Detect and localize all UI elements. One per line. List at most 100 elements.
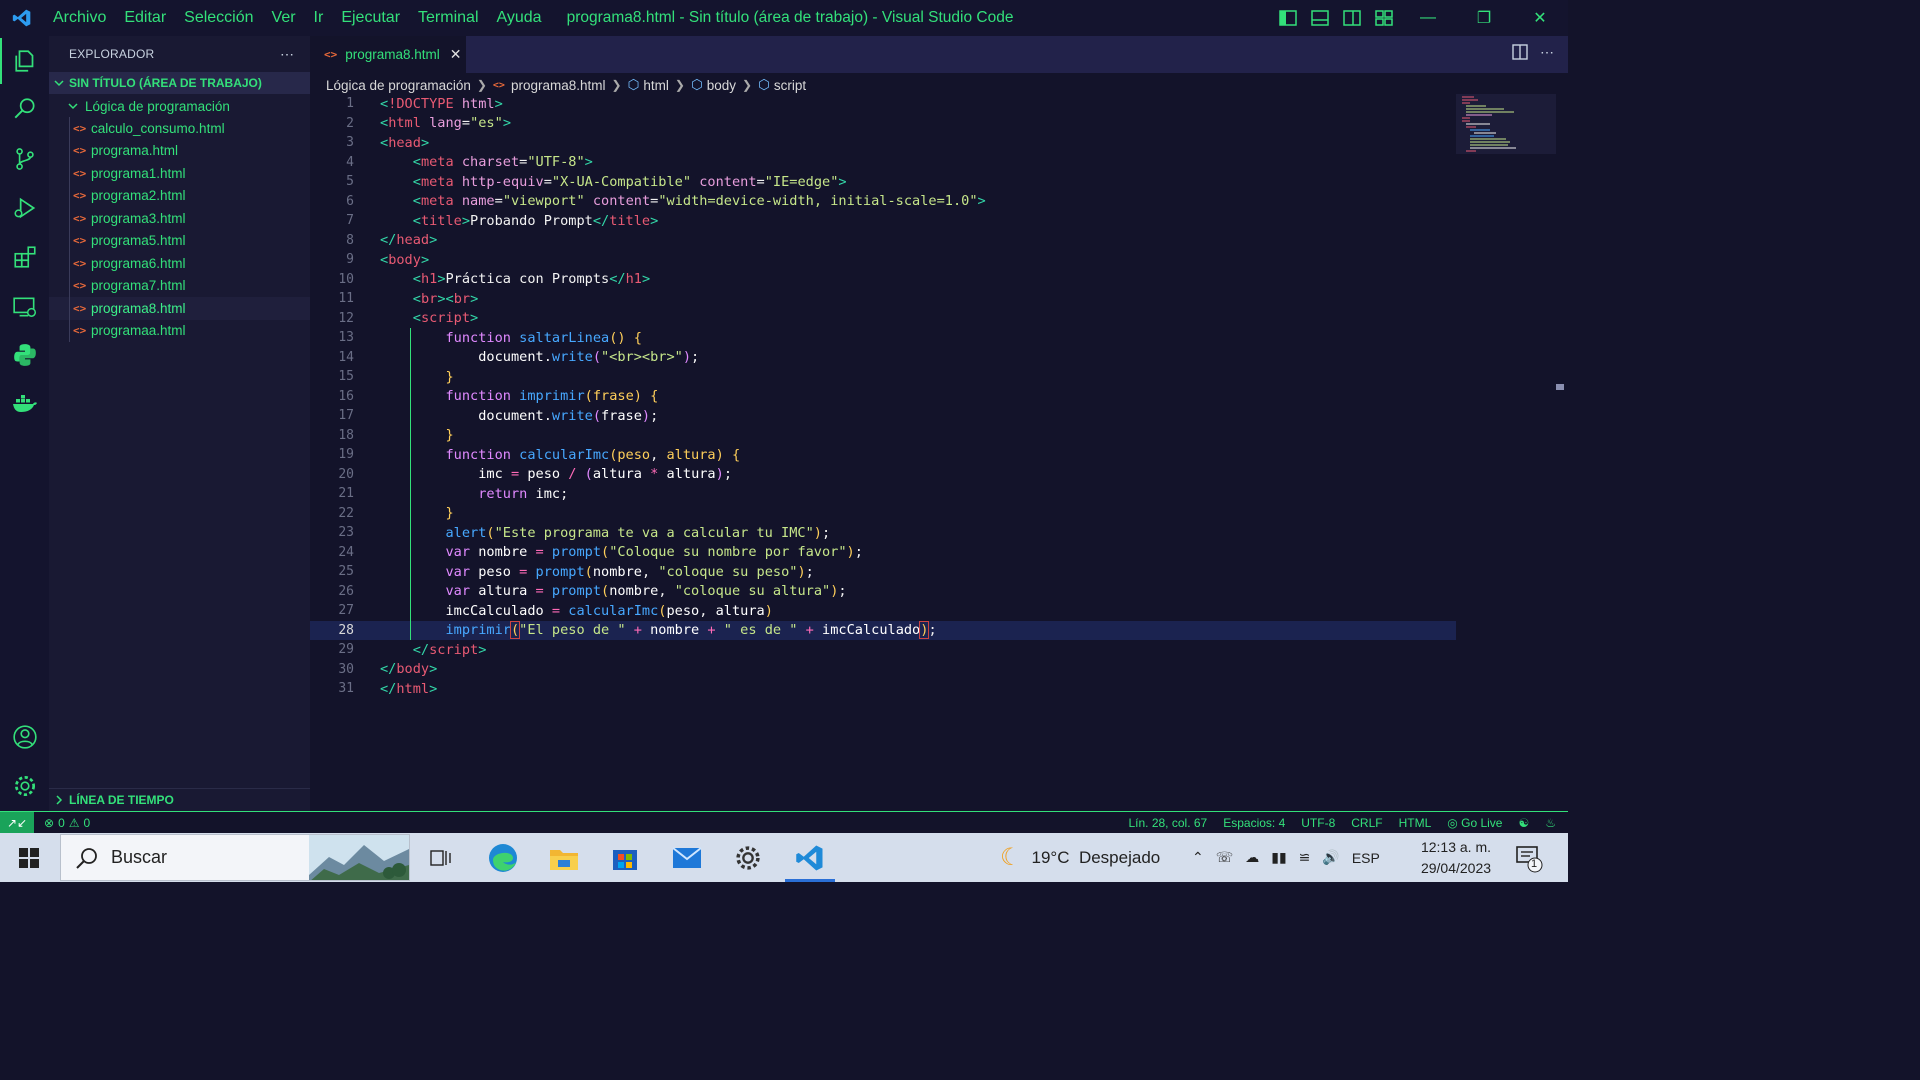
menu-terminal[interactable]: Terminal (409, 0, 487, 36)
line-number: 14 (338, 349, 354, 365)
code-text: <html lang="es"> (380, 115, 511, 132)
clock[interactable]: 12:13 a. m. 29/04/2023 (1412, 837, 1500, 879)
breadcrumb-html[interactable]: html (643, 78, 669, 93)
broadcast-icon: ◎ (1447, 815, 1458, 830)
system-tray: ⌃ ☏ ☁ ▮▮ ≌ 🔊 ESP (1192, 833, 1380, 882)
more-actions-icon[interactable]: ⋯ (280, 46, 294, 63)
breadcrumb-file[interactable]: programa8.html (511, 78, 606, 93)
more-editor-actions-icon[interactable]: ⋯ (1540, 44, 1554, 63)
notification-center-icon[interactable]: 1 (1514, 843, 1544, 873)
split-editor-icon[interactable] (1512, 44, 1528, 63)
menu-ver[interactable]: Ver (263, 0, 305, 36)
line-number: 6 (346, 193, 354, 209)
battery-icon[interactable]: ▮▮ (1271, 849, 1286, 866)
file-item[interactable]: <> programaa.html (49, 320, 310, 343)
line-number: 13 (338, 330, 354, 346)
vscode-window: Archivo Editar Selección Ver Ir Ejecutar… (0, 0, 1568, 882)
line-number: 22 (338, 505, 354, 521)
breadcrumb-script[interactable]: script (774, 78, 806, 93)
vscode-logo-icon[interactable] (0, 0, 44, 36)
go-live-button[interactable]: ◎ Go Live (1447, 816, 1502, 830)
file-item[interactable]: <> calculo_consumo.html (49, 117, 310, 140)
file-item[interactable]: <> programa6.html (49, 252, 310, 275)
menu-seleccion[interactable]: Selección (175, 0, 262, 36)
explorer-icon[interactable] (0, 38, 49, 84)
file-item-selected[interactable]: <> programa8.html (49, 297, 310, 320)
language-mode[interactable]: HTML (1399, 816, 1432, 830)
source-control-icon[interactable] (0, 136, 49, 182)
line-number: 7 (346, 213, 354, 229)
edge-browser-icon[interactable] (474, 833, 532, 882)
file-item[interactable]: <> programa2.html (49, 185, 310, 208)
toggle-panel-icon[interactable] (1308, 6, 1332, 30)
feedback-icon[interactable]: ☯ (1518, 816, 1529, 830)
minimap[interactable] (1456, 94, 1556, 154)
toggle-secondary-sidebar-icon[interactable] (1340, 6, 1364, 30)
encoding[interactable]: UTF-8 (1301, 816, 1335, 830)
menu-ejecutar[interactable]: Ejecutar (332, 0, 409, 36)
chevron-up-icon[interactable]: ⌃ (1192, 849, 1204, 866)
file-item[interactable]: <> programa3.html (49, 207, 310, 230)
file-item[interactable]: <> programa7.html (49, 275, 310, 298)
code-text: var altura = prompt(nombre, "coloque su … (445, 583, 847, 600)
html-file-icon: <> (73, 211, 87, 225)
toggle-primary-sidebar-icon[interactable] (1276, 6, 1300, 30)
file-item[interactable]: <> programa5.html (49, 230, 310, 253)
bell-icon[interactable]: ♨ (1545, 816, 1556, 830)
line-number: 27 (338, 603, 354, 619)
timeline-section[interactable]: LÍNEA DE TIEMPO (49, 788, 310, 811)
mail-icon[interactable] (658, 833, 716, 882)
run-debug-icon[interactable] (0, 185, 49, 231)
microsoft-store-icon[interactable] (596, 833, 654, 882)
menu-ir[interactable]: Ir (305, 0, 333, 36)
meet-now-icon[interactable]: ☏ (1216, 849, 1234, 866)
vscode-taskbar-icon[interactable] (781, 833, 839, 882)
code-text: function calcularImc(peso, altura) { (445, 446, 741, 463)
end-of-line[interactable]: CRLF (1351, 816, 1382, 830)
chevron-down-icon (68, 103, 78, 110)
menu-archivo[interactable]: Archivo (44, 0, 115, 36)
taskbar-search[interactable]: Buscar (60, 834, 410, 881)
html-file-icon: <> (492, 79, 505, 91)
wifi-icon[interactable]: ≌ (1299, 849, 1311, 866)
onedrive-cloud-icon[interactable]: ☁ (1245, 849, 1259, 866)
code-text: imcCalculado = calcularImc(peso, altura) (445, 602, 773, 619)
file-item[interactable]: <> programa1.html (49, 162, 310, 185)
breadcrumb-folder[interactable]: Lógica de programación (326, 78, 471, 93)
search-icon[interactable] (0, 86, 49, 132)
windows-start-icon[interactable] (0, 833, 58, 882)
task-view-icon[interactable] (412, 833, 470, 882)
weather-widget[interactable]: ☾ 19°C Despejado (1000, 833, 1160, 882)
settings-app-icon[interactable] (719, 833, 777, 882)
menu-ayuda[interactable]: Ayuda (488, 0, 551, 36)
close-icon[interactable]: ✕ (1512, 0, 1568, 36)
extensions-icon[interactable] (0, 234, 49, 280)
problems-indicator[interactable]: ⊗ 0 ⚠ 0 (44, 816, 90, 830)
breadcrumb-body[interactable]: body (707, 78, 736, 93)
settings-gear-icon[interactable] (0, 763, 49, 809)
folder-logica[interactable]: Lógica de programación (49, 95, 310, 117)
indentation[interactable]: Espacios: 4 (1223, 816, 1285, 830)
restore-icon[interactable]: ❐ (1456, 0, 1512, 36)
python-icon[interactable] (0, 332, 49, 378)
file-item[interactable]: <> programa.html (49, 140, 310, 163)
docker-icon[interactable] (0, 380, 49, 426)
volume-icon[interactable]: 🔊 (1322, 849, 1339, 866)
menu-editar[interactable]: Editar (115, 0, 175, 36)
tab-programa8[interactable]: <> programa8.html ✕ (310, 36, 466, 73)
code-line: 7 <title>Probando Prompt</title> (310, 211, 1456, 231)
minimize-icon[interactable]: — (1400, 0, 1456, 36)
notification-count: 1 (1531, 858, 1538, 870)
error-count: 0 (58, 815, 65, 830)
input-language[interactable]: ESP (1352, 850, 1380, 866)
scrollbar-marker[interactable] (1556, 384, 1564, 390)
accounts-icon[interactable] (0, 714, 49, 760)
remote-indicator-icon[interactable]: ↗↙ (0, 811, 34, 834)
code-editor[interactable]: 1 <!DOCTYPE html> 2 <html lang="es"> 3 <hea… (310, 94, 1568, 811)
close-tab-icon[interactable]: ✕ (450, 46, 462, 63)
cursor-position[interactable]: Lín. 28, col. 67 (1128, 816, 1207, 830)
file-explorer-icon[interactable] (535, 833, 593, 882)
customize-layout-icon[interactable] (1372, 6, 1396, 30)
remote-explorer-icon[interactable] (0, 284, 49, 330)
workspace-section[interactable]: SIN TÍTULO (ÁREA DE TRABAJO) (49, 72, 310, 94)
